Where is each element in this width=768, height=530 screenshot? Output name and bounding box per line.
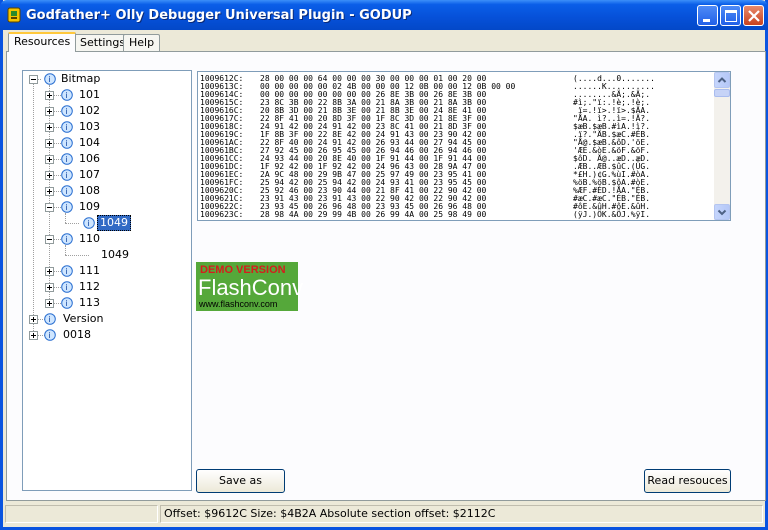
expand-toggle[interactable] — [45, 299, 54, 308]
expand-toggle[interactable] — [45, 123, 54, 132]
tree-node-111[interactable]: 111 — [79, 263, 100, 279]
resource-icon: i — [61, 105, 73, 117]
minimize-button[interactable] — [697, 5, 718, 26]
minimize-icon — [703, 19, 710, 22]
resource-icon: i — [61, 121, 73, 133]
chevron-up-icon — [717, 77, 727, 83]
hex-dump-view[interactable]: 1009612C: 28 00 00 00 64 00 00 00 30 00 0… — [197, 71, 731, 221]
svg-text:i: i — [48, 75, 50, 84]
tree-node-102[interactable]: 102 — [79, 103, 100, 119]
tree-node-101[interactable]: 101 — [79, 87, 100, 103]
svg-text:i: i — [48, 331, 50, 340]
scroll-up-button[interactable] — [714, 72, 730, 88]
expand-toggle[interactable] — [45, 171, 54, 180]
window-title: Godfather+ Olly Debugger Universal Plugi… — [26, 8, 412, 23]
tree-node-112[interactable]: 112 — [79, 279, 100, 295]
tree-node-113[interactable]: 113 — [79, 295, 100, 311]
tree-node-108[interactable]: 108 — [79, 183, 100, 199]
tree-node-version[interactable]: Version — [63, 311, 103, 327]
tree-node-103[interactable]: 103 — [79, 119, 100, 135]
close-icon — [748, 10, 760, 22]
tab-resources[interactable]: Resources — [8, 32, 77, 52]
expand-toggle[interactable] — [45, 187, 54, 196]
expand-toggle[interactable] — [45, 139, 54, 148]
tab-help[interactable]: Help — [123, 34, 161, 51]
collapse-toggle[interactable] — [45, 235, 54, 244]
maximize-icon — [725, 10, 737, 22]
maximize-button[interactable] — [720, 5, 741, 26]
svg-text:i: i — [65, 299, 67, 308]
svg-text:i: i — [65, 203, 67, 212]
resource-icon: i — [44, 313, 56, 325]
expand-toggle[interactable] — [29, 331, 38, 340]
svg-text:i: i — [65, 139, 67, 148]
tree-node-bitmap[interactable]: Bitmap — [61, 71, 100, 87]
svg-text:i: i — [65, 155, 67, 164]
svg-text:i: i — [65, 123, 67, 132]
tree-node-107[interactable]: 107 — [79, 167, 100, 183]
demo-url: www.flashconv.com — [199, 299, 278, 309]
svg-text:i: i — [65, 283, 67, 292]
resource-icon: i — [61, 297, 73, 309]
tree-node-109[interactable]: 109 — [79, 199, 100, 215]
scroll-thumb[interactable] — [714, 89, 730, 97]
demo-version-watermark: DEMO VERSION FlashConv www.flashconv.com — [196, 262, 303, 311]
resource-icon: i — [61, 233, 73, 245]
resource-icon: i — [83, 217, 95, 229]
tree-node-106[interactable]: 106 — [79, 151, 100, 167]
expand-toggle[interactable] — [45, 267, 54, 276]
expand-toggle[interactable] — [29, 315, 38, 324]
chevron-down-icon — [717, 209, 727, 216]
vertical-scrollbar[interactable] — [714, 72, 730, 220]
resource-icon: i — [61, 281, 73, 293]
expand-toggle[interactable] — [45, 91, 54, 100]
title-bar[interactable]: Godfather+ Olly Debugger Universal Plugi… — [0, 0, 768, 30]
hex-address: 1009623C: — [200, 210, 244, 219]
resource-tree[interactable]: i Bitmap i 101 i 102 i 103 i 104 i 106 i… — [22, 70, 192, 491]
app-icon — [7, 7, 21, 23]
status-text: Offset: $9612C Size: $4B2A Absolute sect… — [160, 505, 763, 523]
resource-icon: i — [61, 185, 73, 197]
expand-toggle[interactable] — [45, 155, 54, 164]
svg-text:i: i — [65, 235, 67, 244]
resource-icon: i — [61, 137, 73, 149]
status-panel-empty — [5, 505, 158, 523]
tree-node-1049[interactable]: 1049 — [101, 247, 129, 263]
svg-text:i: i — [65, 267, 67, 276]
save-as-button[interactable]: Save as — [196, 469, 285, 493]
resource-icon: i — [61, 201, 73, 213]
svg-text:i: i — [87, 219, 89, 228]
svg-text:i: i — [48, 315, 50, 324]
svg-text:i: i — [65, 107, 67, 116]
hex-ascii: (ÿJ.)ÖK.&ÖJ.%ÿI. — [573, 210, 651, 219]
resource-icon: i — [44, 73, 56, 85]
svg-text:i: i — [65, 91, 67, 100]
collapse-toggle[interactable] — [45, 203, 54, 212]
resource-icon: i — [44, 329, 56, 341]
svg-text:i: i — [65, 187, 67, 196]
main-window: Godfather+ Olly Debugger Universal Plugi… — [0, 0, 768, 530]
svg-text:i: i — [65, 171, 67, 180]
close-button[interactable] — [743, 5, 764, 26]
hex-bytes: 28 98 4A 00 29 99 4B 00 26 99 4A 00 25 9… — [260, 210, 487, 219]
tree-node-0018[interactable]: 0018 — [63, 327, 91, 343]
expand-toggle[interactable] — [45, 107, 54, 116]
demo-brand: FlashConv — [198, 275, 304, 300]
resource-icon: i — [61, 265, 73, 277]
expand-toggle[interactable] — [45, 283, 54, 292]
collapse-toggle[interactable] — [29, 75, 38, 84]
resource-icon: i — [61, 89, 73, 101]
resource-icon: i — [61, 153, 73, 165]
read-resources-button[interactable]: Read resouces — [644, 469, 731, 493]
scroll-down-button[interactable] — [714, 204, 730, 220]
status-bar: Offset: $9612C Size: $4B2A Absolute sect… — [3, 504, 765, 524]
tree-node-104[interactable]: 104 — [79, 135, 100, 151]
tree-node-1049-selected[interactable]: 1049 — [97, 215, 131, 231]
tree-node-110[interactable]: 110 — [79, 231, 100, 247]
resource-icon: i — [61, 169, 73, 181]
resources-panel: i Bitmap i 101 i 102 i 103 i 104 i 106 i… — [6, 51, 766, 501]
